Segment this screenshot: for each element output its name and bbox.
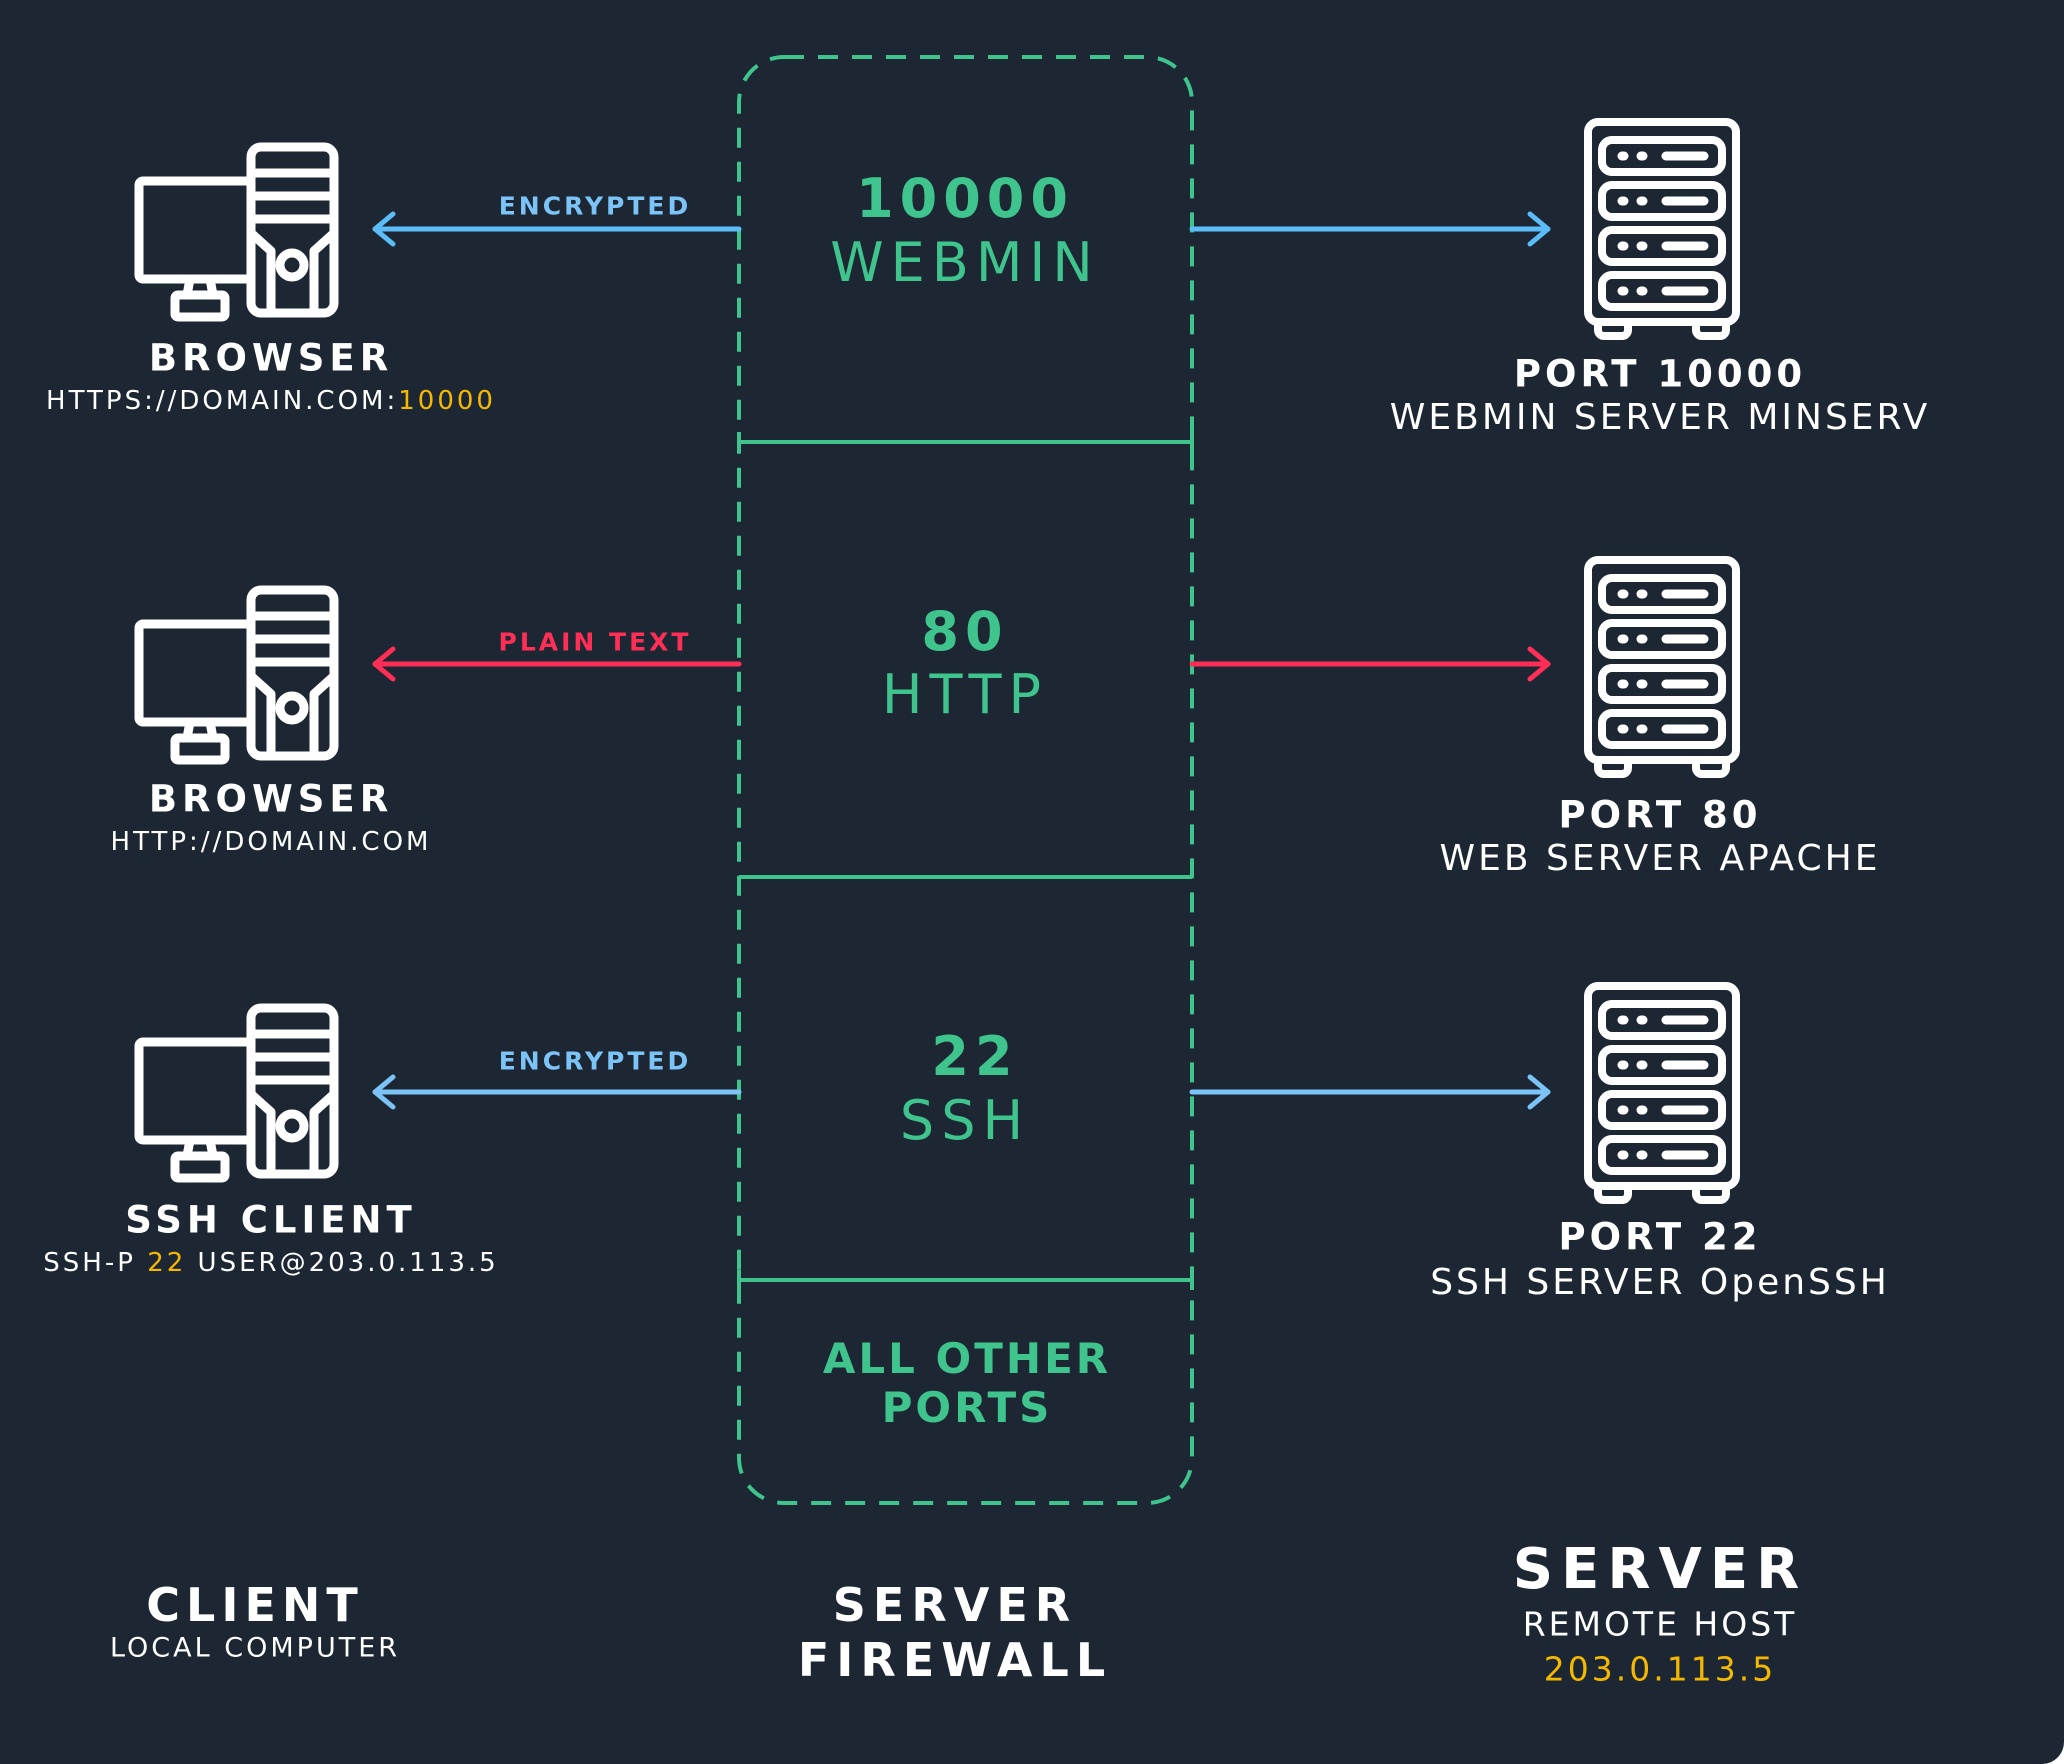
firewall-column-title: SERVER — [832, 1578, 1078, 1632]
connection-label-encrypted: ENCRYPTED — [498, 191, 692, 221]
client-column-title: CLIENT — [146, 1578, 364, 1632]
arrow-to-server-http — [1189, 646, 1551, 682]
client-column-subtitle: LOCAL COMPUTER — [109, 1632, 401, 1664]
client-detail-port: 10000 — [398, 386, 496, 416]
server-port-label: PORT 80 — [1558, 793, 1762, 837]
client-detail-port: 22 — [147, 1248, 187, 1278]
client-detail: SSH-P 22 USER@203.0.113.5 — [43, 1250, 498, 1276]
arrow-to-client-ssh — [372, 1074, 742, 1110]
arrow-to-server-webmin — [1189, 211, 1551, 247]
firewall-port-number: 10000 — [856, 167, 1074, 230]
firewall-service-name: WEBMIN — [830, 231, 1100, 294]
server-service-label: WEB SERVER APACHE — [1439, 838, 1881, 879]
desktop-computer-icon — [134, 1003, 339, 1183]
server-service-label: SSH SERVER OpenSSH — [1430, 1262, 1890, 1303]
firewall-divider — [737, 1270, 1194, 1290]
client-name: SSH CLIENT — [125, 1198, 417, 1242]
server-column-title: SERVER — [1512, 1537, 1808, 1602]
server-rack-icon — [1584, 556, 1740, 778]
connection-label-plaintext: PLAIN TEXT — [498, 627, 692, 657]
desktop-computer-icon — [134, 142, 339, 322]
server-rack-icon — [1584, 982, 1740, 1204]
client-detail: HTTPS://DOMAIN.COM:10000 — [46, 388, 496, 414]
firewall-service-name: SSH — [899, 1089, 1031, 1152]
server-ip-address: 203.0.113.5 — [1543, 1649, 1777, 1689]
firewall-divider — [737, 432, 1194, 452]
server-service-label: WEBMIN SERVER MINSERV — [1389, 397, 1931, 438]
client-detail-text: USER@203.0.113.5 — [186, 1248, 499, 1278]
firewall-other-ports: PORTS — [881, 1383, 1053, 1432]
server-port-label: PORT 22 — [1558, 1215, 1762, 1259]
server-rack-icon — [1584, 118, 1740, 340]
client-name: BROWSER — [148, 777, 394, 821]
client-name: BROWSER — [148, 336, 394, 380]
server-port-label: PORT 10000 — [1513, 352, 1807, 396]
diagram-canvas: ENCRYPTED PLAIN TEXT ENCRYPTED BROWSER H… — [0, 0, 2064, 1764]
connection-label-encrypted: ENCRYPTED — [498, 1046, 692, 1076]
arrow-to-server-ssh — [1189, 1074, 1551, 1110]
firewall-port-number: 22 — [931, 1025, 1019, 1088]
firewall-port-number: 80 — [921, 600, 1009, 663]
firewall-other-ports: ALL OTHER — [822, 1334, 1112, 1383]
firewall-column-title: FIREWALL — [797, 1633, 1113, 1687]
desktop-computer-icon — [134, 585, 339, 765]
client-detail: HTTP://DOMAIN.COM — [111, 829, 432, 855]
firewall-service-name: HTTP — [881, 663, 1049, 726]
server-column-subtitle: REMOTE HOST — [1522, 1604, 1798, 1644]
client-detail-text: HTTPS://DOMAIN.COM: — [46, 386, 399, 416]
client-detail-text: HTTP://DOMAIN.COM — [110, 827, 432, 857]
client-detail-text: SSH-P — [43, 1248, 148, 1278]
